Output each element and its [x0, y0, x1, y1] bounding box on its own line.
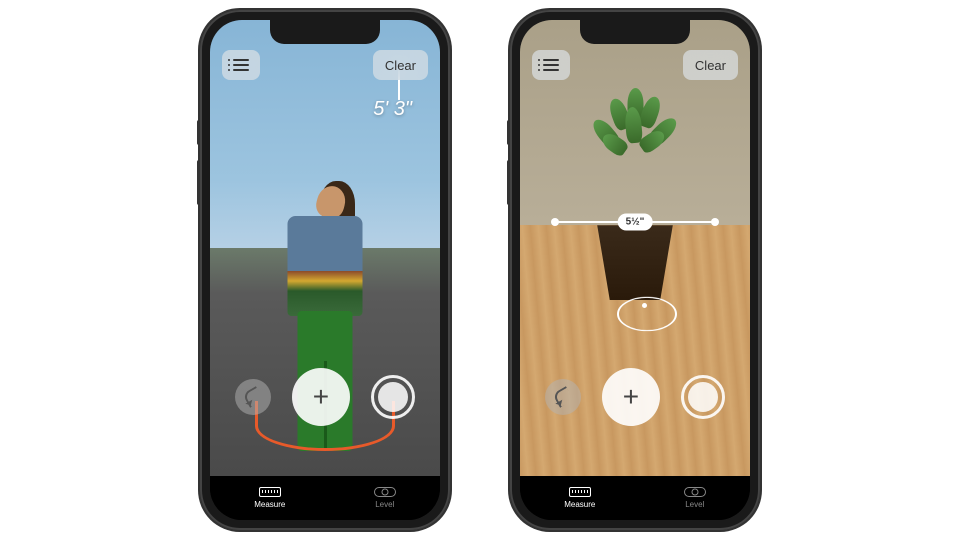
undo-icon [552, 386, 574, 408]
tab-measure[interactable]: Measure [254, 487, 285, 509]
measurement-line: 5½" [555, 221, 715, 223]
bottom-controls: + [520, 368, 750, 426]
viewport: 5½" Clear + [520, 20, 750, 520]
tab-bar: Measure Level [210, 476, 440, 520]
measurement-value[interactable]: 5½" [618, 213, 653, 230]
capture-button[interactable] [371, 375, 415, 419]
tab-label: Level [685, 500, 704, 509]
tab-level[interactable]: Level [374, 487, 396, 509]
camera-view: 5½" Clear + [520, 20, 750, 476]
phone-left: 5' 3" Clear + [200, 10, 450, 530]
add-point-button[interactable]: + [602, 368, 660, 426]
viewport: 5' 3" Clear + [210, 20, 440, 520]
top-controls: Clear [210, 50, 440, 80]
undo-icon [242, 386, 264, 408]
phone-right: 5½" Clear + [510, 10, 760, 530]
ruler-icon [259, 487, 281, 497]
tab-label: Level [375, 500, 394, 509]
list-button[interactable] [222, 50, 260, 80]
bottom-controls: + [210, 368, 440, 426]
tab-label: Measure [254, 500, 285, 509]
plus-icon: + [623, 383, 639, 411]
clear-button[interactable]: Clear [373, 50, 428, 80]
tab-bar: Measure Level [520, 476, 750, 520]
list-icon [543, 59, 559, 71]
undo-button[interactable] [235, 379, 271, 415]
camera-view: 5' 3" Clear + [210, 20, 440, 476]
list-icon [233, 59, 249, 71]
measurement-endpoint[interactable] [711, 218, 719, 226]
screen: 5½" Clear + [520, 20, 750, 520]
level-icon [374, 487, 396, 497]
measurement-endpoint[interactable] [551, 218, 559, 226]
reticle-center-dot [642, 303, 647, 308]
list-button[interactable] [532, 50, 570, 80]
targeting-reticle [617, 297, 677, 331]
add-point-button[interactable]: + [292, 368, 350, 426]
measurement-value: 5' 3" [373, 98, 412, 121]
notch [580, 20, 690, 44]
clear-button[interactable]: Clear [683, 50, 738, 80]
plus-icon: + [313, 383, 329, 411]
capture-button[interactable] [681, 375, 725, 419]
succulent-plant [588, 88, 683, 183]
undo-button[interactable] [545, 379, 581, 415]
top-controls: Clear [520, 50, 750, 80]
tab-level[interactable]: Level [684, 487, 706, 509]
ruler-icon [569, 487, 591, 497]
notch [270, 20, 380, 44]
tab-measure[interactable]: Measure [564, 487, 595, 509]
screen: 5' 3" Clear + [210, 20, 440, 520]
level-icon [684, 487, 706, 497]
tab-label: Measure [564, 500, 595, 509]
